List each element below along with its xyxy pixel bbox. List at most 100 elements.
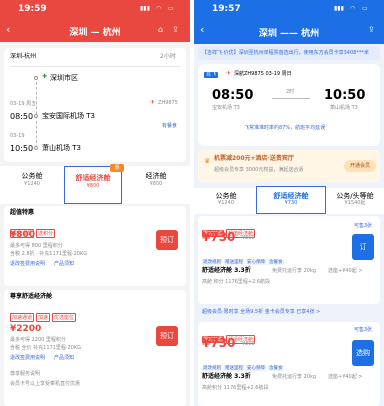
status-bar: 19:59 ▮▮▮ ◠ ▭ (0, 0, 190, 18)
tag-item: 送积分 (36, 229, 56, 238)
discount-badge: 惠 (110, 164, 124, 172)
promo-sub: 超级会员专享 3000元权益，满起送合适 (214, 167, 304, 173)
signal-icon: ▮▮▮ (140, 5, 150, 12)
product-link[interactable]: 产品须知 (54, 261, 74, 268)
cabin-discount: 舒适经济舱 3.3折 (202, 267, 251, 274)
right-screenshot: 19:57 ▮▮▮ ◠ ▭ ‹ 深圳 —— 杭州 ⇪ 【吉祥飞·价优】深圳至杭州… (194, 0, 384, 406)
original-price: ¥800 (242, 341, 255, 347)
tab-comfort-economy[interactable]: 舒适经济舱 ¥730 (256, 186, 326, 214)
offer-chips: 退改规则 赠送里程 安心保障 含餐食 (202, 248, 286, 267)
refund-link[interactable]: 退改签费用说明 (10, 355, 45, 362)
status-time: 19:57 (212, 4, 241, 14)
chip-item: 安心保障 (246, 365, 266, 371)
arrival-dot (34, 146, 38, 150)
promo-title: 机票减200元+酒店·送贵宾厅 (214, 155, 294, 162)
offer-card-1: 超值特惠 超级会员 送积分 ¥800 最多可得 800 里程积分 含税 2.8折 … (4, 206, 186, 286)
offer-price: ¥730 (202, 230, 236, 244)
tag-item: 加速 (36, 313, 51, 322)
offer-price: ¥800 (10, 230, 36, 240)
flight-duration: 2时 (286, 89, 295, 95)
departure-date: 03-19 周五 (10, 101, 37, 107)
member-promo: ♛ 机票减200元+酒店·送贵宾厅 超级会员专享 3000元权益，满起送合适 开… (198, 150, 380, 182)
chip-item: 退改规则 (202, 259, 222, 265)
tab-first-class[interactable]: 公务舱 ¥1240 (4, 172, 60, 188)
divider (10, 66, 180, 67)
offer-title: 尊享舒适经济舱 (10, 293, 53, 300)
route-arrow (272, 98, 310, 99)
meal-detail[interactable]: 有餐食 (162, 123, 177, 130)
remaining-count: 可售3张 (354, 223, 373, 229)
share-icon[interactable]: ⇪ (172, 25, 179, 34)
arrival-airport: 萧山机场 T3 (330, 105, 358, 111)
open-member-button[interactable]: 开通会员 (344, 160, 376, 172)
tab-first-name: 公务舱 (215, 192, 237, 200)
tab-economy-name: 经济舱 (145, 172, 167, 180)
remaining-count: 可售3张 (354, 327, 373, 333)
flight-line: 深航ZH9875 03-19 周日 (234, 71, 292, 77)
airline-logo-icon: ✈ (226, 70, 232, 77)
share-icon[interactable]: ⇪ (368, 25, 375, 34)
original-price: ¥800 (242, 235, 255, 241)
tab-first-name: 公务舱 (21, 172, 43, 180)
offer-card-2: 限时特惠 舒适经济舱 ¥730 ¥800 退改规则 赠送里程 安心保障 含餐食 舒适经济… (198, 322, 380, 406)
offer-card-2: 尊享舒适经济舱 加速通道 加速 优选座位 ¥2200 最多可得 2200 里程积分 … (4, 290, 186, 406)
tab-first-price: ¥1240 (218, 200, 234, 207)
book-button[interactable]: 选购 (352, 340, 374, 366)
offer-card-1: 限时特惠 超值经济舱 ¥730 ¥800 退改规则 赠送里程 安心保障 含餐食 舒适经济… (198, 216, 380, 304)
arrival-date: 03-19 (10, 133, 25, 139)
offer-sub1: 最多可得 2200 里程积分 (10, 337, 66, 343)
flight-info-card: 直飞 ✈ 深航ZH9875 03-19 周日 08:50 宝安机场 T3 2时 … (198, 64, 380, 146)
header-bar: 19:57 ▮▮▮ ◠ ▭ ‹ 深圳 —— 杭州 ⇪ (194, 0, 384, 44)
crown-icon: ♛ (204, 157, 211, 165)
offer-sub1: 最多可得 800 里程积分 (10, 243, 63, 249)
tab-first-price: ¥1240 (24, 181, 40, 188)
departure-airport: 宝安国际机场 T3 (42, 112, 95, 120)
punctuality-note[interactable]: 飞常准准时率约87%，航班平均延误 (244, 125, 325, 132)
tab-first-class[interactable]: 公务舱 ¥1240 (198, 192, 254, 207)
chip-item: 退改规则 (202, 365, 222, 371)
book-button[interactable]: 预订 (156, 230, 178, 250)
notice-banner[interactable]: 【吉祥飞·价优】深圳至杭州单程票首选出行，使用东方会员卡享3408***米 (198, 46, 380, 60)
refund-link[interactable]: 退改签费用说明 (10, 261, 45, 268)
seat-select[interactable]: 选座+¥40起 > (328, 268, 363, 275)
battery-icon: ▭ (168, 5, 174, 12)
offer-tags: 加速通道 加速 优选座位 (10, 304, 78, 323)
home-icon[interactable]: ⌂ (158, 25, 163, 34)
tag-item: 优选座位 (52, 313, 77, 322)
departure-dot (34, 114, 38, 118)
tab-comfort-name: 舒适经济舱 (273, 192, 309, 200)
seat-select[interactable]: 选座+¥40起 > (328, 374, 363, 381)
route-cities: 深圳-杭州 (10, 53, 37, 60)
city-area: 深圳市区 (50, 74, 78, 82)
book-button[interactable]: 预订 (156, 326, 178, 346)
offer-chips: 退改规则 赠送里程 安心保障 含餐食 (202, 354, 286, 373)
offer-price: ¥2200 (10, 324, 42, 334)
mileage-info: 高舱积分 1176里程+2.6航段 (202, 385, 269, 391)
battery-icon: ▭ (362, 5, 368, 12)
tab-economy[interactable]: 经济舱 ¥800 (128, 172, 184, 188)
tab-comfort-price: ¥730 (284, 200, 298, 207)
tab-comfort-name: 舒适经济舱 (75, 174, 111, 182)
header-bar: 19:59 ▮▮▮ ◠ ▭ ‹ 深圳 — 杭州 ⌂ ⇪ (0, 0, 190, 42)
tab-economy-price: ¥800 (149, 181, 163, 188)
product-link[interactable]: 产品须知 (54, 355, 74, 362)
left-screenshot: 19:59 ▮▮▮ ◠ ▭ ‹ 深圳 — 杭州 ⌂ ⇪ 深圳-杭州 2小时 ✚ … (0, 0, 190, 406)
tab-business[interactable]: 公务/头等舱 ¥1540起 (328, 192, 382, 207)
wifi-icon: ◠ (156, 5, 162, 12)
chip-item: 赠送里程 (224, 259, 244, 265)
offer-sub2: 含税 2.8折 · 补充1171里程·20KG (10, 251, 88, 257)
tag-item: 加速通道 (10, 313, 35, 322)
page-title: 深圳 —— 杭州 (258, 29, 320, 39)
chip-item: 安心保障 (246, 259, 266, 265)
tab-business-name: 公务/头等舱 (336, 192, 374, 200)
member-gift-bar[interactable]: 超级会员·限时享 全场9.5折 金卡会员专享 已享4张 > (198, 306, 380, 318)
cabin-discount: 舒适经济舱 3.3折 (202, 373, 251, 380)
flight-info-card: 深圳-杭州 2小时 ✚ 深圳市区 03-19 周五 08:50 宝安国际机场 T… (4, 48, 186, 162)
wifi-icon: ◠ (350, 5, 356, 12)
offer-sub2: 含税 全价 补充1171里程·20KG (10, 345, 82, 351)
origin-dot (34, 76, 38, 80)
offer-title: 超值特惠 (10, 209, 35, 216)
signal-icon: ▮▮▮ (334, 5, 344, 12)
arrival-airport: 萧山机场 T3 (42, 144, 81, 152)
book-button[interactable]: 订 (352, 234, 374, 260)
